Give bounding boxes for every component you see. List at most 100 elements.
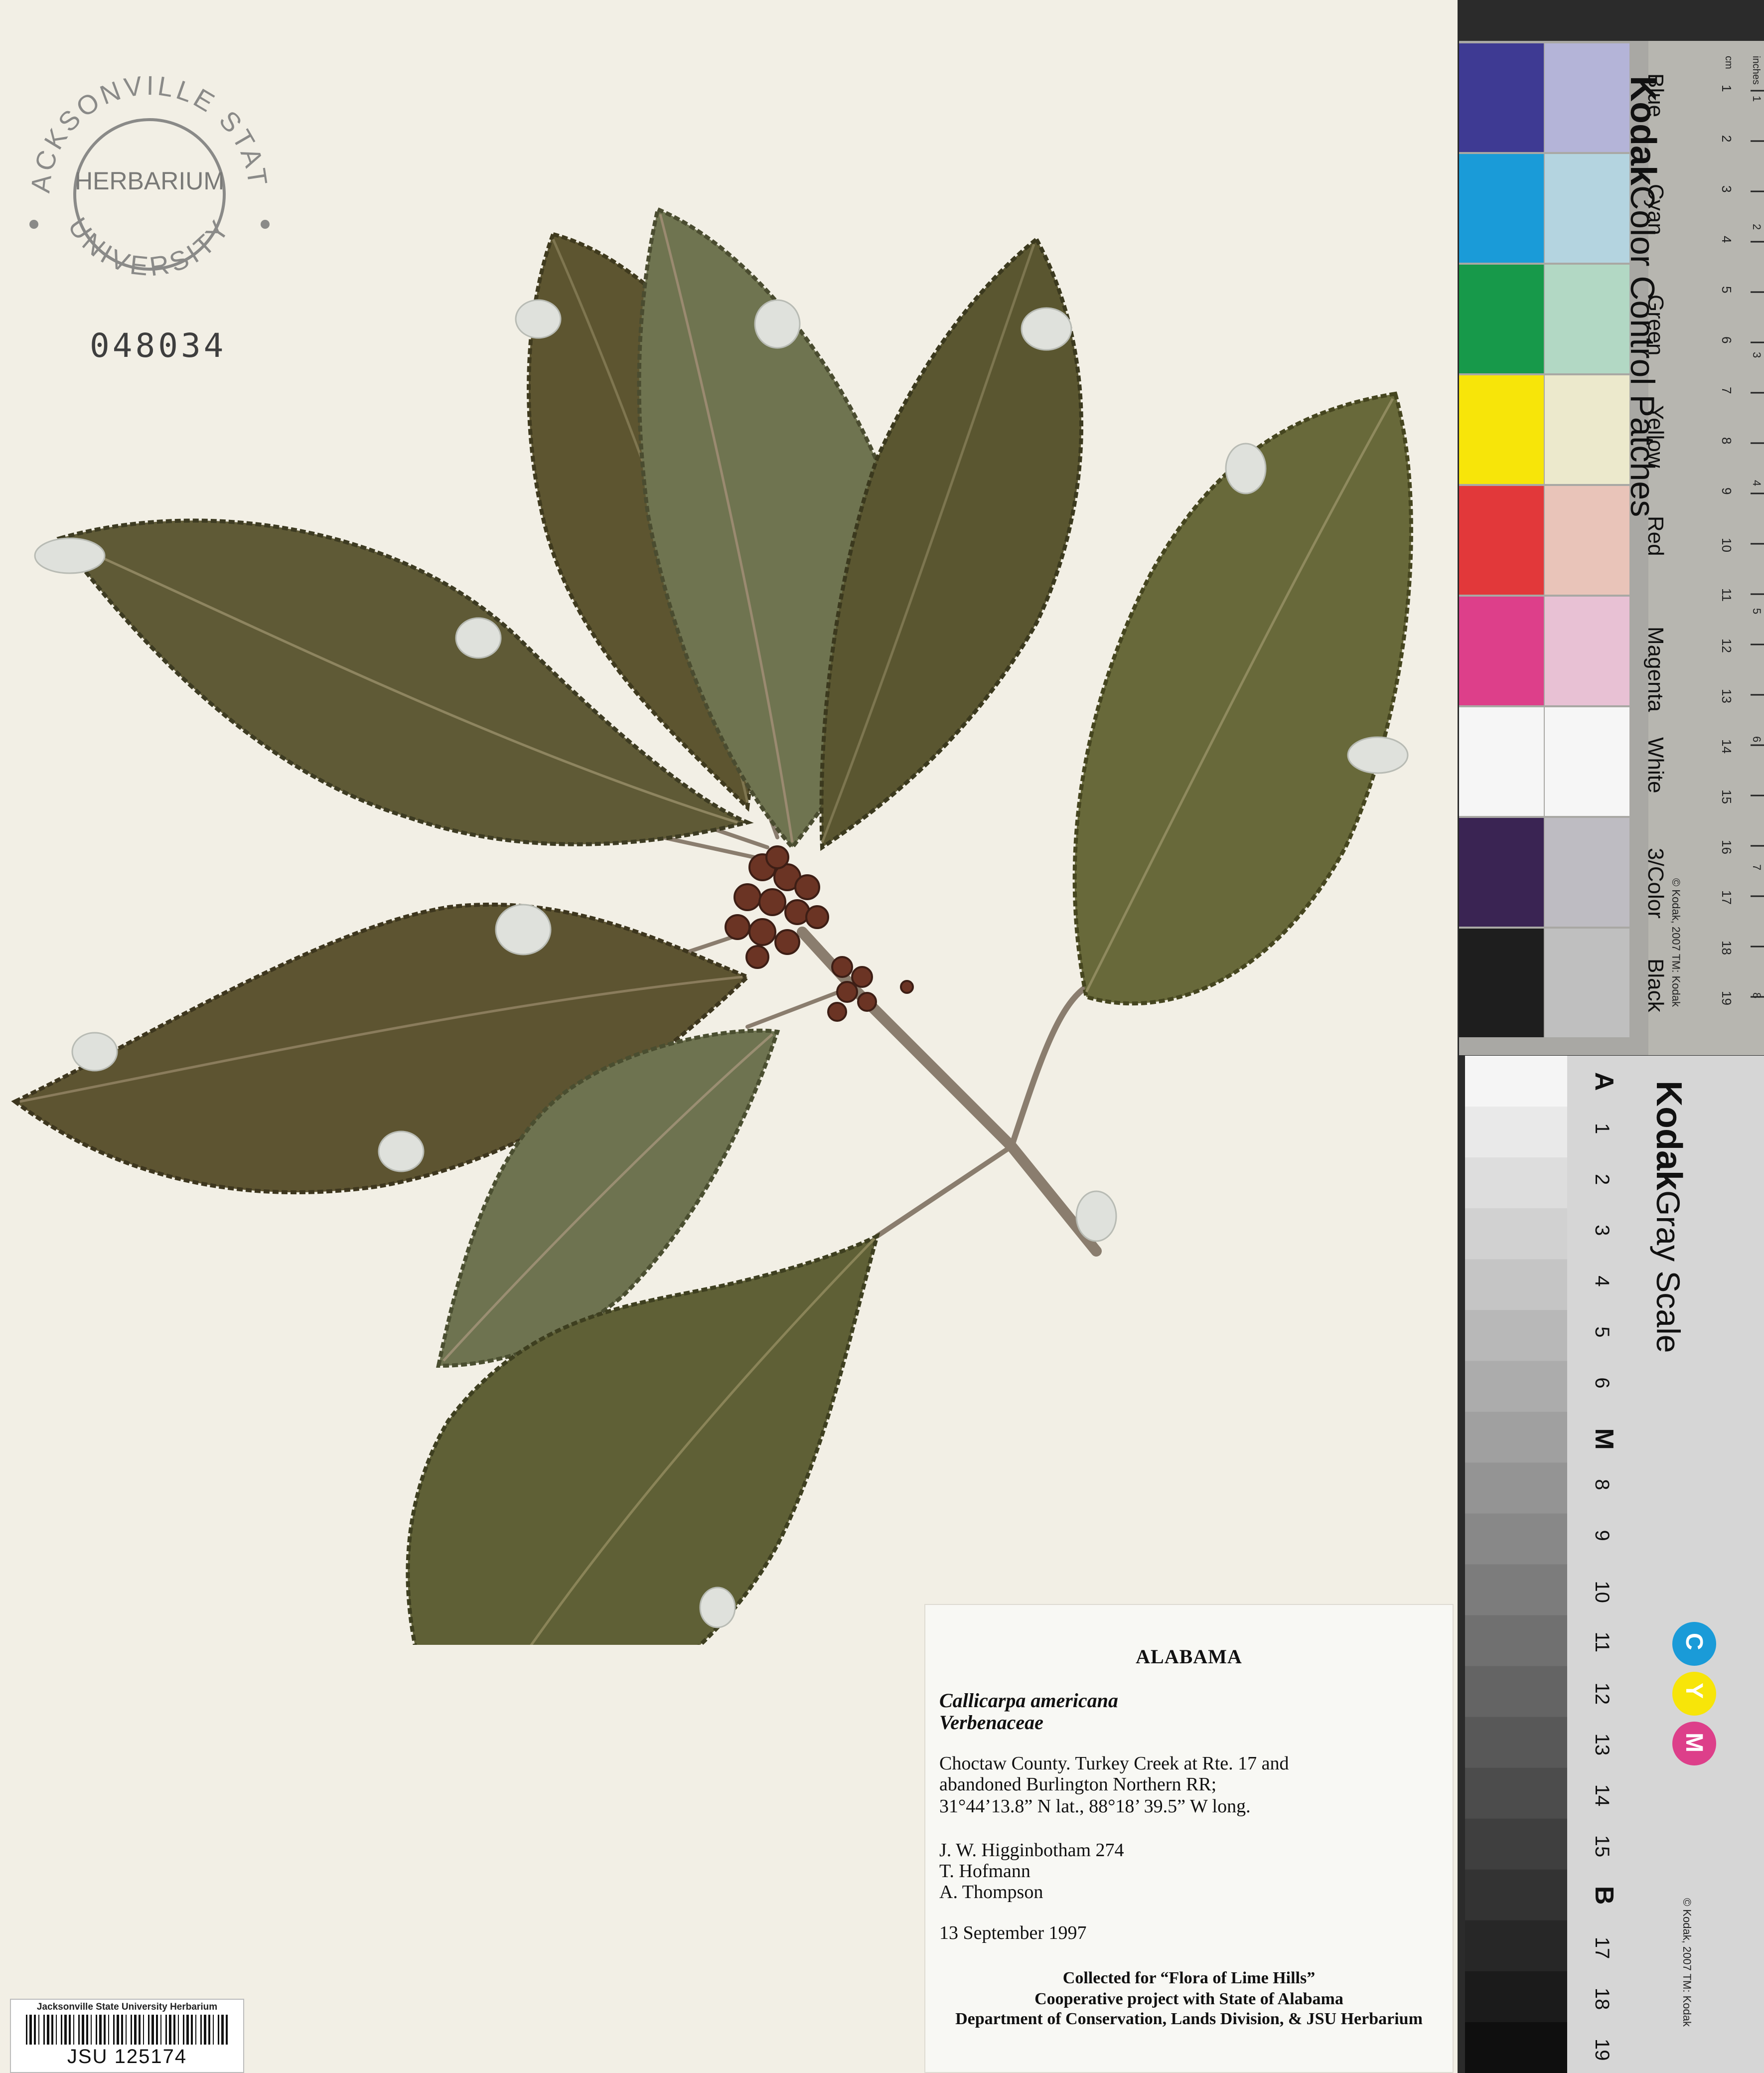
color-patch-label: Black — [1643, 958, 1668, 1013]
barcode-bar — [195, 2015, 196, 2045]
barcode-bar — [165, 2015, 167, 2045]
barcode-bar — [38, 2015, 39, 2045]
svg-text:UNIVERSITY: UNIVERSITY — [62, 212, 237, 282]
gray-step-label: 19 — [1591, 2039, 1613, 2061]
ruler-unit-inches: inches — [1751, 56, 1762, 85]
tint-patch-green — [1545, 265, 1629, 373]
label-species: Callicarpa americana — [939, 1689, 1118, 1712]
barcode-bar — [51, 2015, 53, 2045]
gray-step — [1465, 1412, 1567, 1463]
cmy-letter: Y — [1681, 1683, 1707, 1699]
ruler-cm-label: 12 — [1719, 638, 1734, 653]
gray-scale-title: Gray Scale — [1650, 1190, 1687, 1353]
barcode-bar — [148, 2015, 149, 2045]
color-patch-label: 3/Color — [1643, 848, 1668, 919]
gray-step — [1465, 1462, 1567, 1514]
gray-step — [1465, 1259, 1567, 1311]
ruler-inch-label: 6 — [1751, 736, 1763, 742]
barcode-bar — [47, 2015, 49, 2045]
ruler-cm-label: 9 — [1719, 487, 1734, 494]
gray-step — [1465, 1920, 1567, 1972]
barcode-bar — [156, 2015, 158, 2045]
tint-patch-red — [1545, 486, 1629, 595]
cmy-letter: M — [1681, 1733, 1707, 1753]
gray-step-label: 13 — [1591, 1734, 1613, 1756]
ruler-inch-label: 7 — [1751, 864, 1763, 870]
ruler-cm-label: 3 — [1719, 185, 1734, 192]
barcode-bar — [91, 2015, 92, 2045]
barcode-bar — [82, 2015, 84, 2045]
cmy-letter: C — [1681, 1633, 1707, 1650]
barcode-bar — [160, 2015, 161, 2045]
barcode-bar — [143, 2015, 144, 2045]
barcode-bar — [151, 2015, 154, 2045]
gray-scale-brand: Kodak — [1649, 1081, 1689, 1191]
ruler-cm-label: 10 — [1719, 538, 1734, 552]
gray-step — [1465, 1971, 1567, 2023]
barcode-bar — [191, 2015, 193, 2045]
gray-step — [1465, 1208, 1567, 1260]
color-patch-cyan — [1459, 154, 1544, 263]
color-card-brand: Kodak — [1623, 76, 1663, 186]
barcode-bar — [208, 2015, 210, 2045]
label-family: Verbenaceae — [939, 1711, 1043, 1734]
label-state: ALABAMA — [1136, 1645, 1242, 1668]
tint-patch-3-color — [1545, 818, 1629, 927]
gray-step — [1465, 1666, 1567, 1718]
barcode-bar — [108, 2015, 109, 2045]
gray-step — [1465, 2022, 1567, 2073]
ruler-cm-label: 17 — [1719, 890, 1734, 905]
gray-step-label: 17 — [1591, 1937, 1613, 1959]
gray-step-label: 11 — [1591, 1632, 1613, 1653]
barcode-bar — [169, 2015, 171, 2045]
barcode-bar — [173, 2015, 175, 2045]
color-patch-white — [1459, 707, 1544, 816]
ruler-cm-label: 19 — [1719, 991, 1734, 1005]
ruler-cm-label: 7 — [1719, 387, 1734, 394]
gray-step-label: M — [1590, 1428, 1618, 1449]
specimen-label: ALABAMA Callicarpa americana Verbenaceae… — [924, 1604, 1454, 2073]
ruler-cm-label: 1 — [1719, 85, 1734, 92]
ruler-cm-label: 6 — [1719, 336, 1734, 343]
barcode-bar — [183, 2015, 184, 2045]
stamp-bottom-text: UNIVERSITY — [62, 212, 233, 282]
kodak-color-control-card: BlueCyanGreenYellowRedMagentaWhite3/Colo… — [1459, 41, 1764, 1055]
barcode-bar — [213, 2015, 214, 2045]
barcode-bar — [29, 2015, 32, 2045]
ruler-cm-label: 14 — [1719, 739, 1734, 754]
barcode-bar — [204, 2015, 206, 2045]
barcode-bar — [113, 2015, 115, 2045]
ruler-unit-cm: cm — [1723, 56, 1734, 69]
label-date: 13 September 1997 — [939, 1922, 1087, 1943]
color-patch-blue — [1459, 43, 1544, 152]
label-collector3: A. Thompson — [939, 1882, 1043, 1903]
kodak-gray-scale-card: A123456M89101112131415B171819 CYM Kodak … — [1465, 1056, 1764, 2073]
barcode-bar — [61, 2015, 62, 2045]
stamp-center-text: HERBARIUM — [75, 167, 224, 195]
gray-step-label: 3 — [1591, 1225, 1613, 1236]
barcode-bar — [99, 2015, 102, 2045]
barcode-bar — [218, 2015, 219, 2045]
gray-step — [1465, 1615, 1567, 1667]
ruler-inch-label: 2 — [1751, 224, 1763, 230]
color-patch-label: Red — [1643, 516, 1668, 556]
ruler-cm-label: 4 — [1719, 236, 1734, 243]
accession-number: 048034 — [90, 326, 227, 365]
barcode-bar — [139, 2015, 141, 2045]
ruler-cm-label: 8 — [1719, 437, 1734, 444]
gray-step — [1465, 1157, 1567, 1209]
herbarium-sheet: JACKSONVILLE STATE UNIVERSITY HERBARIUM … — [0, 0, 1458, 2073]
color-card-title: Color Control Patches — [1623, 185, 1661, 517]
label-coordinates: 31°44’13.8” N lat., 88°18’ 39.5” W long. — [939, 1796, 1251, 1817]
gray-step-label: A — [1590, 1072, 1618, 1091]
ruler-cm-label: 15 — [1719, 790, 1734, 804]
barcode-bar — [64, 2015, 67, 2045]
gray-step-label: B — [1590, 1886, 1618, 1905]
barcode-bar — [78, 2015, 80, 2045]
gray-step-label: 4 — [1591, 1276, 1613, 1286]
color-patch-label: White — [1643, 737, 1668, 793]
color-patch-green — [1459, 265, 1544, 373]
barcode-bar — [56, 2015, 57, 2045]
barcode-bar — [86, 2015, 88, 2045]
barcode-bar — [221, 2015, 224, 2045]
